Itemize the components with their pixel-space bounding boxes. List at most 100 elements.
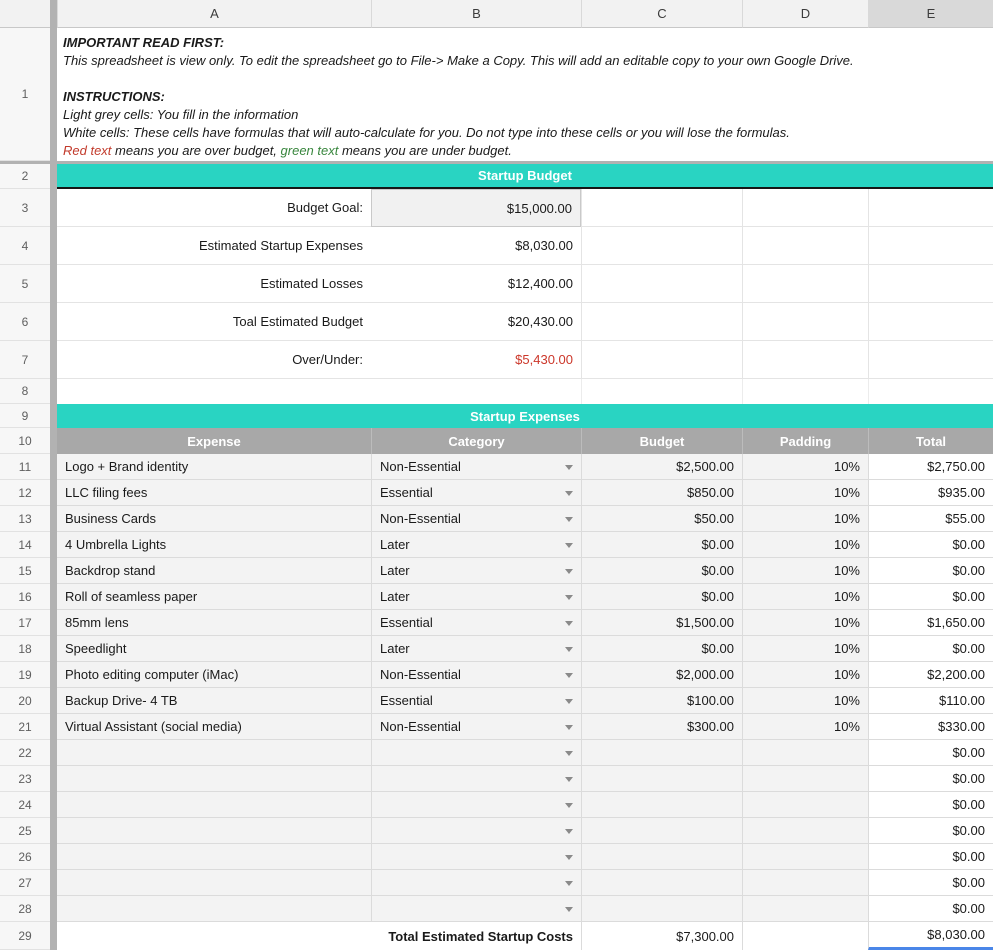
instructions-cell[interactable]: IMPORTANT READ FIRST: This spreadsheet i… — [57, 28, 993, 161]
dropdown-arrow-icon[interactable] — [565, 647, 573, 652]
expense-name-cell[interactable]: Virtual Assistant (social media) — [57, 714, 371, 740]
budget-value-cell[interactable]: $20,430.00 — [371, 303, 581, 341]
row-header[interactable]: 21 — [0, 714, 50, 740]
empty-cell[interactable] — [868, 265, 993, 303]
budget-section-title[interactable]: Startup Budget — [57, 164, 993, 189]
padding-percent-cell[interactable] — [742, 740, 868, 766]
budget-amount-cell[interactable]: $0.00 — [581, 636, 742, 662]
budget-amount-cell[interactable]: $50.00 — [581, 506, 742, 532]
expense-name-cell[interactable] — [57, 740, 371, 766]
empty-cell[interactable] — [868, 379, 993, 404]
expense-name-cell[interactable]: Speedlight — [57, 636, 371, 662]
category-dropdown-cell[interactable]: Later — [371, 584, 581, 610]
row-header[interactable]: 16 — [0, 584, 50, 610]
row-header[interactable]: 10 — [0, 428, 50, 454]
expenses-section-title[interactable]: Startup Expenses — [57, 404, 993, 428]
row-header[interactable]: 12 — [0, 480, 50, 506]
row-header[interactable]: 20 — [0, 688, 50, 714]
budget-amount-cell[interactable]: $300.00 — [581, 714, 742, 740]
empty-cell[interactable] — [742, 379, 868, 404]
category-dropdown-cell[interactable]: Non-Essential — [371, 454, 581, 480]
budget-value-cell[interactable]: $5,430.00 — [371, 341, 581, 379]
column-header-e[interactable]: E — [868, 0, 993, 28]
empty-cell[interactable] — [581, 379, 742, 404]
dropdown-arrow-icon[interactable] — [565, 855, 573, 860]
category-dropdown-cell[interactable]: Non-Essential — [371, 662, 581, 688]
dropdown-arrow-icon[interactable] — [565, 907, 573, 912]
column-header-d[interactable]: D — [742, 0, 868, 28]
padding-percent-cell[interactable] — [742, 870, 868, 896]
row-header[interactable]: 24 — [0, 792, 50, 818]
padding-percent-cell[interactable] — [742, 844, 868, 870]
dropdown-arrow-icon[interactable] — [565, 673, 573, 678]
dropdown-arrow-icon[interactable] — [565, 699, 573, 704]
padding-percent-cell[interactable]: 10% — [742, 714, 868, 740]
padding-percent-cell[interactable]: 10% — [742, 584, 868, 610]
column-header-a[interactable]: A — [57, 0, 371, 28]
category-dropdown-cell[interactable]: Essential — [371, 480, 581, 506]
budget-amount-cell[interactable]: $1,500.00 — [581, 610, 742, 636]
expense-name-cell[interactable]: Photo editing computer (iMac) — [57, 662, 371, 688]
row-header[interactable]: 9 — [0, 404, 50, 428]
category-dropdown-cell[interactable] — [371, 792, 581, 818]
expense-name-cell[interactable]: LLC filing fees — [57, 480, 371, 506]
padding-percent-cell[interactable]: 10% — [742, 688, 868, 714]
total-amount-cell[interactable]: $0.00 — [868, 740, 993, 766]
budget-amount-cell[interactable] — [581, 766, 742, 792]
padding-column-header[interactable]: Padding — [742, 428, 868, 454]
padding-percent-cell[interactable] — [742, 766, 868, 792]
empty-cell[interactable] — [742, 189, 868, 227]
budget-amount-cell[interactable]: $2,000.00 — [581, 662, 742, 688]
total-amount-cell[interactable]: $2,750.00 — [868, 454, 993, 480]
column-header-c[interactable]: C — [581, 0, 742, 28]
budget-amount-cell[interactable]: $0.00 — [581, 584, 742, 610]
total-amount-cell[interactable]: $55.00 — [868, 506, 993, 532]
budget-value-cell[interactable]: $15,000.00 — [371, 189, 581, 227]
dropdown-arrow-icon[interactable] — [565, 829, 573, 834]
row-header[interactable]: 5 — [0, 265, 50, 303]
budget-amount-cell[interactable]: $850.00 — [581, 480, 742, 506]
budget-amount-cell[interactable]: $2,500.00 — [581, 454, 742, 480]
totals-label-cell[interactable]: Total Estimated Startup Costs — [371, 922, 581, 950]
total-amount-cell[interactable]: $0.00 — [868, 766, 993, 792]
padding-percent-cell[interactable] — [742, 792, 868, 818]
expense-name-cell[interactable] — [57, 818, 371, 844]
dropdown-arrow-icon[interactable] — [565, 569, 573, 574]
padding-percent-cell[interactable]: 10% — [742, 532, 868, 558]
category-dropdown-cell[interactable] — [371, 844, 581, 870]
row-header[interactable]: 22 — [0, 740, 50, 766]
category-dropdown-cell[interactable] — [371, 740, 581, 766]
empty-cell[interactable] — [868, 189, 993, 227]
row-header[interactable]: 28 — [0, 896, 50, 922]
category-dropdown-cell[interactable]: Later — [371, 636, 581, 662]
row-header[interactable]: 25 — [0, 818, 50, 844]
empty-cell[interactable] — [868, 341, 993, 379]
row-header[interactable]: 19 — [0, 662, 50, 688]
padding-percent-cell[interactable]: 10% — [742, 662, 868, 688]
expense-name-cell[interactable]: Backup Drive- 4 TB — [57, 688, 371, 714]
total-column-header[interactable]: Total — [868, 428, 993, 454]
row-header[interactable]: 27 — [0, 870, 50, 896]
expense-name-cell[interactable] — [57, 870, 371, 896]
category-dropdown-cell[interactable]: Non-Essential — [371, 714, 581, 740]
total-amount-cell[interactable]: $0.00 — [868, 532, 993, 558]
dropdown-arrow-icon[interactable] — [565, 517, 573, 522]
category-dropdown-cell[interactable] — [371, 870, 581, 896]
total-amount-cell[interactable]: $0.00 — [868, 558, 993, 584]
total-amount-cell[interactable]: $0.00 — [868, 870, 993, 896]
empty-cell[interactable] — [581, 227, 742, 265]
budget-label-cell[interactable]: Toal Estimated Budget — [57, 303, 371, 341]
category-dropdown-cell[interactable] — [371, 818, 581, 844]
expense-name-cell[interactable]: Logo + Brand identity — [57, 454, 371, 480]
empty-cell[interactable] — [581, 341, 742, 379]
budget-amount-cell[interactable] — [581, 818, 742, 844]
padding-percent-cell[interactable]: 10% — [742, 454, 868, 480]
category-dropdown-cell[interactable]: Essential — [371, 610, 581, 636]
empty-cell[interactable] — [742, 303, 868, 341]
row-header[interactable]: 3 — [0, 189, 50, 227]
budget-total-cell[interactable]: $7,300.00 — [581, 922, 742, 950]
padding-percent-cell[interactable]: 10% — [742, 558, 868, 584]
empty-cell[interactable] — [57, 379, 371, 404]
empty-cell[interactable] — [581, 265, 742, 303]
expense-name-cell[interactable] — [57, 896, 371, 922]
